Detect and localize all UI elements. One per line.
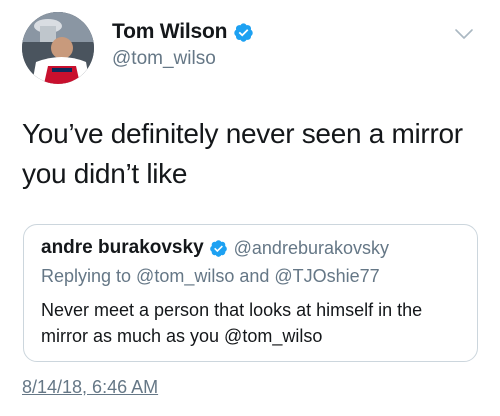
author-name-row: Tom Wilson bbox=[112, 19, 254, 45]
quoted-author-display-name: andre burakovsky bbox=[41, 237, 204, 258]
tweet-text: You’ve definitely never seen a mirror yo… bbox=[22, 118, 463, 189]
chevron-down-icon[interactable] bbox=[452, 24, 476, 44]
quoted-author-handle: @andreburakovsky bbox=[233, 237, 389, 258]
replying-to-text: Replying to @tom_wilso and @TJOshie77 bbox=[41, 266, 380, 286]
author-avatar[interactable] bbox=[22, 12, 94, 84]
verified-badge-icon bbox=[209, 239, 228, 258]
quoted-tweet-header: andre burakovsky @andreburakovsky bbox=[41, 237, 389, 259]
quoted-tweet-text: Never meet a person that looks at himsel… bbox=[41, 300, 423, 346]
verified-badge-icon bbox=[233, 22, 254, 43]
tweet: Tom Wilson @tom_wilso You’ve definitely … bbox=[0, 0, 500, 416]
user-avatar-icon bbox=[22, 12, 94, 84]
quoted-tweet-card[interactable]: andre burakovsky @andreburakovsky Replyi… bbox=[23, 224, 478, 362]
author-display-name[interactable]: Tom Wilson bbox=[112, 20, 227, 44]
author-info: Tom Wilson @tom_wilso bbox=[112, 19, 254, 70]
tweet-timestamp[interactable]: 8/14/18, 6:46 AM bbox=[22, 377, 158, 398]
author-handle[interactable]: @tom_wilso bbox=[112, 48, 254, 70]
